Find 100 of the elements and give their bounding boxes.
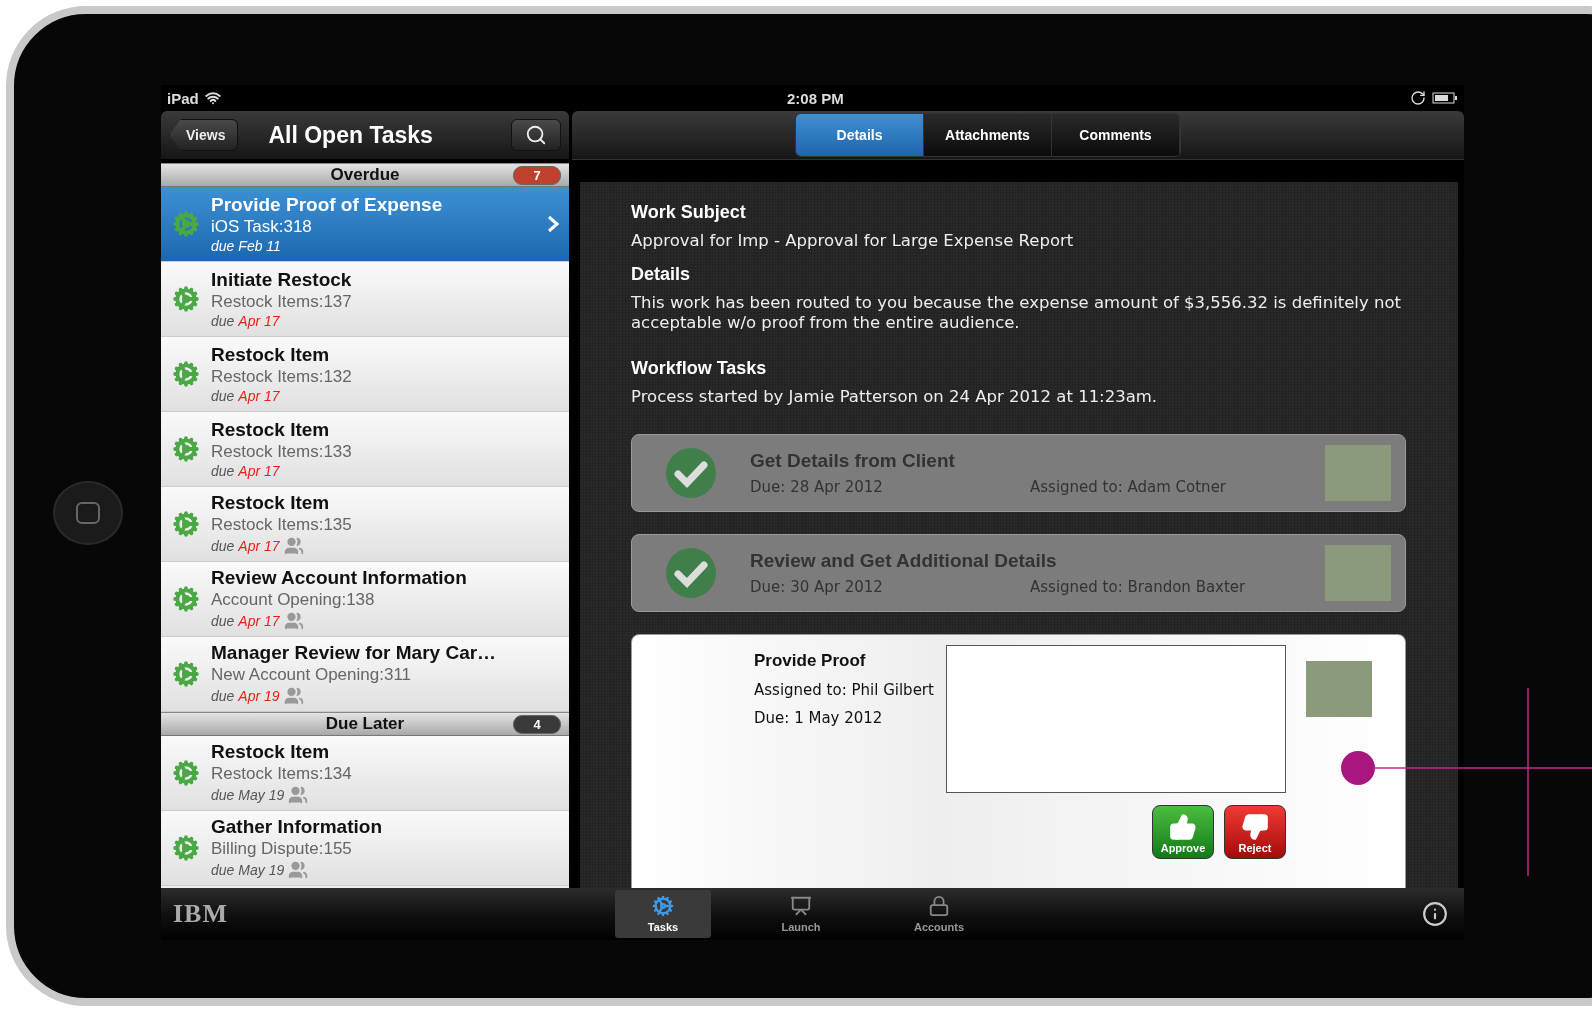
- photo-placeholder: [1325, 544, 1391, 601]
- due-date: May 19: [238, 787, 285, 803]
- task-row[interactable]: Restock Item Restock Items:132 due Apr 17: [161, 337, 569, 412]
- tab-bar-item[interactable]: Accounts: [891, 890, 987, 938]
- nav-title: All Open Tasks: [268, 121, 434, 149]
- due-label: due: [211, 688, 235, 704]
- section-label: Details: [631, 263, 692, 285]
- check-circle-icon: [665, 446, 717, 499]
- task-title: Review Account Information: [211, 567, 468, 589]
- gear-icon: [173, 511, 199, 537]
- task-row[interactable]: Review Account Information Account Opening:138 due Apr 17: [161, 562, 569, 637]
- search-button[interactable]: [511, 119, 561, 151]
- section-label: Workflow Tasks: [631, 357, 768, 379]
- rotation-lock-icon: [1410, 90, 1426, 106]
- gear-icon: [173, 835, 199, 861]
- due-label: due: [211, 787, 235, 803]
- details-text: This work has been routed to you because the expense amount of $3,556.32 is definitely not acceptable w/o proof from the entire audience.: [631, 292, 1402, 334]
- gear-icon: [173, 586, 199, 612]
- tab-bar-item[interactable]: Tasks: [615, 890, 711, 938]
- task-title: Manager Review for Mary Car…: [211, 642, 498, 664]
- task-title: Restock Item: [211, 492, 331, 514]
- due-date: Apr 17: [238, 313, 280, 329]
- task-card-title: Provide Proof: [754, 650, 867, 671]
- task-title: Restock Item: [211, 741, 331, 763]
- lock-icon: [928, 895, 950, 917]
- task-row[interactable]: Gather Information Billing Dispute:155 due May 19: [161, 811, 569, 886]
- work-subject: Approval for Imp - Approval for Large Expense Report: [631, 231, 1075, 252]
- thumbs-down-icon: [1241, 812, 1269, 841]
- gear-icon: [173, 661, 199, 687]
- due-text: Due: 28 Apr 2012: [750, 477, 884, 496]
- section-label: Work Subject: [631, 202, 747, 223]
- task-title: Provide Proof of Expense: [211, 194, 444, 216]
- task-subtitle: New Account Opening:311: [211, 665, 413, 685]
- comment-field[interactable]: [946, 644, 1286, 793]
- segment-tab[interactable]: Comments: [1052, 114, 1180, 156]
- due-date: May 19: [238, 862, 285, 878]
- approve-button[interactable]: Approve: [1152, 804, 1214, 859]
- task-row[interactable]: Restock Item Restock Items:134 due May 19: [161, 736, 569, 811]
- task-card-title: Get Details from Client: [750, 449, 956, 472]
- search-icon: [525, 124, 547, 146]
- due-label: due: [211, 862, 235, 878]
- due-text: Due: 30 Apr 2012: [750, 577, 884, 596]
- count-badge: 7: [513, 166, 561, 185]
- due-label: due: [211, 388, 235, 404]
- photo-placeholder: [1325, 444, 1391, 501]
- due-date: Apr 17: [238, 388, 280, 404]
- thumbs-up-icon: [1169, 812, 1197, 841]
- due-date: Apr 19: [238, 688, 280, 704]
- task-subtitle: Billing Dispute:155: [211, 839, 353, 859]
- chevron-icon: [547, 215, 559, 233]
- info-icon[interactable]: [1422, 901, 1448, 927]
- gear-icon: [173, 436, 199, 462]
- back-button[interactable]: Views: [169, 119, 239, 151]
- task-subtitle: iOS Task:318: [211, 217, 313, 237]
- assignee-text: Assigned to: Adam Cotner: [1030, 477, 1228, 496]
- task-card-title: Review and Get Additional Details: [750, 549, 1058, 572]
- task-row[interactable]: Initiate Restock Restock Items:137 due Apr 17: [161, 262, 569, 337]
- reject-button[interactable]: Reject: [1224, 804, 1286, 859]
- gear-icon: [652, 895, 674, 917]
- task-subtitle: Restock Items:135: [211, 515, 353, 535]
- task-row[interactable]: Restock Item Restock Items:135 due Apr 17: [161, 487, 569, 562]
- due-text: Due: 1 May 2012: [754, 708, 884, 727]
- task-title: Restock Item: [211, 344, 331, 366]
- section-title: Due Later: [325, 714, 405, 734]
- segment-tab[interactable]: Details: [796, 114, 924, 156]
- due-date: Apr 17: [238, 613, 280, 629]
- monitor-icon: [790, 895, 812, 917]
- task-title: Restock Item: [211, 419, 331, 441]
- battery-icon: [1432, 92, 1458, 104]
- gear-icon: [173, 211, 199, 237]
- due-date: Apr 17: [238, 463, 280, 479]
- section-title: Overdue: [330, 165, 400, 185]
- task-row[interactable]: Restock Item Restock Items:133 due Apr 17: [161, 412, 569, 487]
- square-icon: [75, 501, 100, 524]
- assignee-text: Assigned to: Phil Gilbert: [754, 680, 935, 699]
- task-subtitle: Restock Items:134: [211, 764, 353, 784]
- gear-icon: [173, 760, 199, 786]
- device-name: iPad: [167, 89, 199, 107]
- task-subtitle: Account Opening:138: [211, 590, 376, 610]
- tab-bar-item[interactable]: Launch: [753, 890, 849, 938]
- task-subtitle: Restock Items:132: [211, 367, 353, 387]
- task-title: Initiate Restock: [211, 269, 353, 291]
- due-label: due: [211, 238, 235, 254]
- task-subtitle: Restock Items:137: [211, 292, 353, 312]
- due-label: due: [211, 613, 235, 629]
- process-text: Process started by Jamie Patterson on 24 Apr 2012 at 11:23am.: [631, 386, 1159, 408]
- assignee-text: Assigned to: Brandon Baxter: [1030, 577, 1247, 596]
- task-subtitle: Restock Items:133: [211, 442, 353, 462]
- status-time: 2:08 PM: [787, 89, 844, 107]
- gear-icon: [173, 286, 199, 312]
- due-label: due: [211, 313, 235, 329]
- photo-placeholder: [1306, 660, 1372, 717]
- task-row[interactable]: Provide Proof of Expense iOS Task:318 due Feb 11: [161, 187, 569, 262]
- task-row[interactable]: Manager Review for Mary Car… New Account Opening:311 due Apr 19: [161, 637, 569, 712]
- segment-tab[interactable]: Attachments: [924, 114, 1052, 156]
- due-date: Feb 11: [238, 238, 281, 254]
- gear-icon: [173, 361, 199, 387]
- due-label: due: [211, 463, 235, 479]
- task-title: Gather Information: [211, 816, 383, 838]
- due-date: Apr 17: [238, 538, 280, 554]
